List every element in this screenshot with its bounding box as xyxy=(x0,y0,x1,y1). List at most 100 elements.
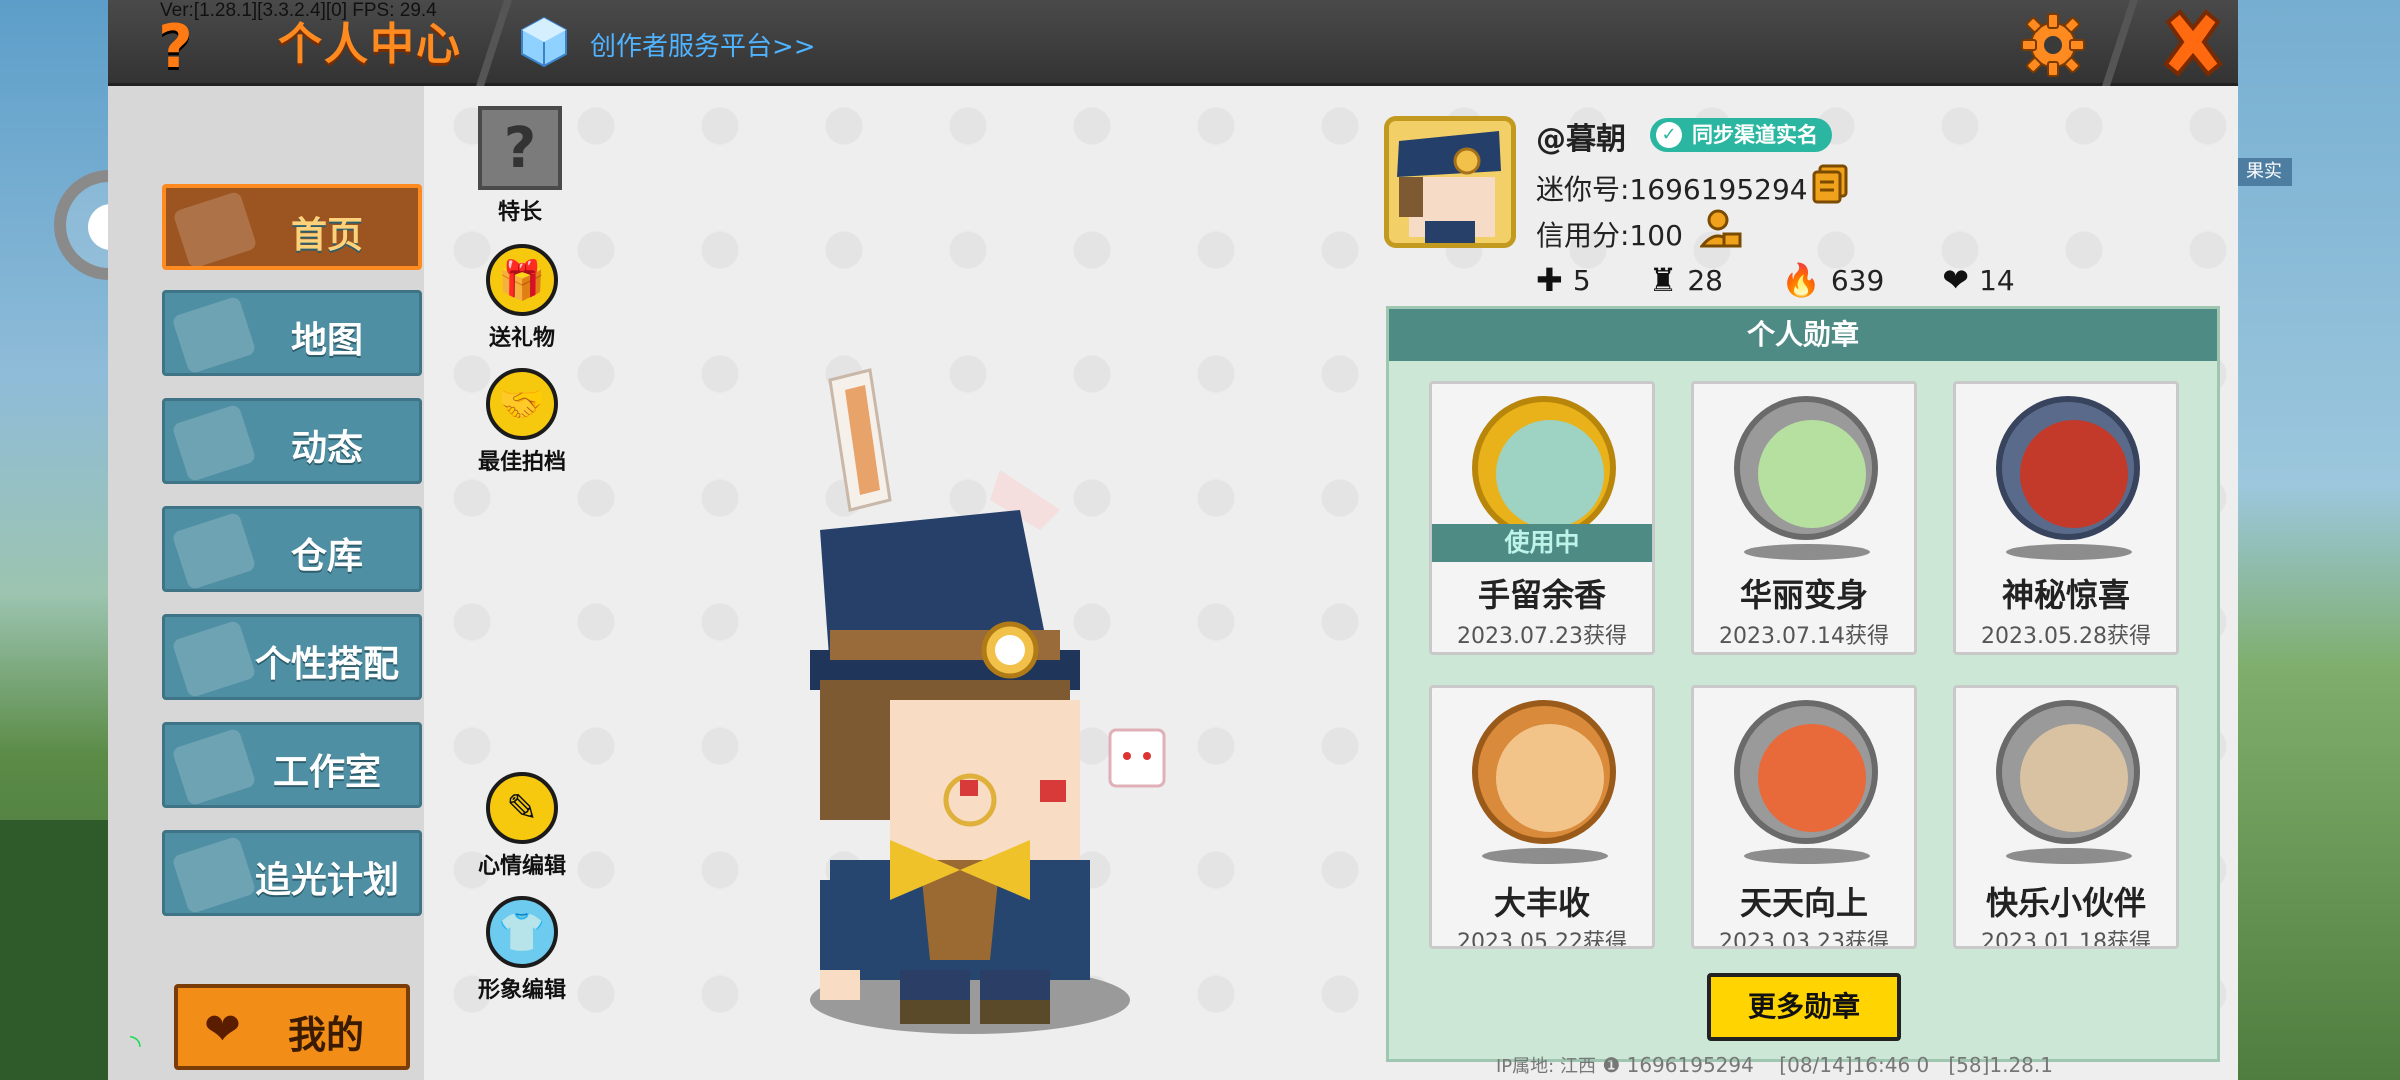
mood-edit-label: 心情编辑 xyxy=(477,854,566,879)
nickname: @暮朝 xyxy=(1536,122,1626,157)
medal-date: 2023.05.22获得 xyxy=(1457,930,1627,949)
medal-harvest-icon xyxy=(1472,700,1616,844)
heart-icon: ❤ xyxy=(204,1004,241,1055)
user-check-icon: ✓ xyxy=(1656,122,1682,148)
medal-name: 神秘惊喜 xyxy=(2001,576,2130,614)
fruit-label[interactable]: 果实 xyxy=(2236,158,2292,186)
sidebar-item-outfit[interactable]: 个性搭配 xyxy=(162,614,422,700)
avatar-portrait xyxy=(1389,121,1511,243)
hearts-icon: ❤ xyxy=(1942,261,1970,299)
medal-name: 大丰收 xyxy=(1493,884,1590,922)
posts-count: 5 xyxy=(1572,263,1591,297)
sidebar-item-home[interactable]: 首页 xyxy=(162,184,422,270)
medal-date: 2023.07.23获得 xyxy=(1457,624,1627,649)
mine-button[interactable]: ❤ 我的 xyxy=(174,984,410,1070)
best-partner-label: 最佳拍档 xyxy=(477,450,566,475)
medal-shadow xyxy=(2006,544,2132,560)
gear-icon[interactable] xyxy=(2018,10,2088,80)
sidebar-item-label: 仓库 xyxy=(290,536,363,577)
sidebar-item-map[interactable]: 地图 xyxy=(162,290,422,376)
mini-id: 迷你号:1696195294 xyxy=(1536,173,1808,206)
creator-platform-link[interactable]: 创作者服务平台>> xyxy=(590,26,816,63)
fans-stat[interactable]: ♜ 28 xyxy=(1648,261,1723,299)
edit-icon: ✎ xyxy=(486,772,558,844)
medal-card[interactable]: 使用中 手留余香 2023.07.23获得 xyxy=(1429,381,1655,655)
gift-icon: 🎁 xyxy=(486,244,558,316)
medal-name: 华丽变身 xyxy=(1739,576,1868,614)
specialty-label: 特长 xyxy=(497,200,542,225)
medal-surprise-icon xyxy=(1996,396,2140,540)
sidebar-item-label: 首页 xyxy=(290,215,363,256)
best-partner-button[interactable]: 🤝 最佳拍档 xyxy=(462,368,582,476)
credit-score: 信用分:100 xyxy=(1536,219,1683,252)
specialty-button[interactable]: ? 特长 xyxy=(460,106,580,226)
send-gift-label: 送礼物 xyxy=(488,326,555,351)
medal-shadow xyxy=(1744,848,1870,864)
info-icon[interactable]: ❶ xyxy=(1602,1053,1626,1077)
flame-icon: 🔥 xyxy=(1780,261,1821,299)
close-icon[interactable] xyxy=(2158,8,2228,80)
more-medals-button[interactable]: 更多勋章 xyxy=(1707,973,1901,1041)
version-overlay: Ver:[1.28.1][3.3.2.4][0] FPS: 29.4 xyxy=(160,0,437,21)
medal-date: 2023.05.28获得 xyxy=(1981,624,2151,649)
sidebar-item-label: 个性搭配 xyxy=(254,644,399,685)
medal-in-use-badge: 使用中 xyxy=(1432,524,1652,562)
medal-transform-icon xyxy=(1734,396,1878,540)
medal-shadow xyxy=(2006,848,2132,864)
posts-stat[interactable]: ✚ 5 xyxy=(1536,261,1591,299)
likes-stat[interactable]: ❤ 14 xyxy=(1942,261,2015,299)
credit-user-icon[interactable] xyxy=(1700,208,1742,250)
player-character[interactable] xyxy=(800,360,1220,1040)
profile-stats: ✚ 5 ♜ 28 🔥 639 ❤ 14 xyxy=(1536,261,2076,299)
handshake-icon: 🤝 xyxy=(486,368,558,440)
mood-edit-button[interactable]: ✎ 心情编辑 xyxy=(462,772,582,880)
mine-label: 我的 xyxy=(288,1013,365,1057)
outfit-edit-icon: 👕 xyxy=(486,896,558,968)
creator-cube-icon[interactable] xyxy=(520,16,568,68)
medal-card[interactable]: 神秘惊喜 2023.05.28获得 xyxy=(1953,381,2179,655)
copy-icon[interactable] xyxy=(1812,164,1848,204)
medal-shadow xyxy=(1482,848,1608,864)
bookmark-plus-icon: ✚ xyxy=(1536,261,1563,299)
likes-count: 14 xyxy=(1979,263,2015,297)
image-edit-button[interactable]: 👕 形象编辑 xyxy=(462,896,582,1004)
question-box-icon: ? xyxy=(478,106,562,190)
medal-fragrance-icon xyxy=(1472,396,1616,540)
medal-card[interactable]: 华丽变身 2023.07.14获得 xyxy=(1691,381,1917,655)
medal-date: 2023.07.14获得 xyxy=(1719,624,1889,649)
popularity-count: 639 xyxy=(1830,263,1885,297)
sidebar-item-studio[interactable]: 工作室 xyxy=(162,722,422,808)
sidebar-item-label: 地图 xyxy=(290,320,363,361)
medal-card[interactable]: 天天向上 2023.03.23获得 xyxy=(1691,685,1917,949)
medal-date: 2023.01.18获得 xyxy=(1981,930,2151,949)
medal-date: 2023.03.23获得 xyxy=(1719,930,1889,949)
send-gift-button[interactable]: 🎁 送礼物 xyxy=(462,244,582,352)
sidebar-item-label: 动态 xyxy=(290,428,363,469)
medal-panel: 个人勋章 使用中 手留余香 2023.07.23获得 华丽变身 2023.07.… xyxy=(1386,306,2220,1062)
footer-details: 1696195294 [08/14]16:46 0 [58]1.28.1 xyxy=(1626,1053,2053,1077)
medal-name: 天天向上 xyxy=(1739,884,1868,922)
fans-icon: ♜ xyxy=(1648,261,1678,299)
medal-header: 个人勋章 xyxy=(1389,309,2217,361)
sidebar-item-label: 追光计划 xyxy=(254,860,399,901)
medal-progress-icon xyxy=(1734,700,1878,844)
medal-friends-icon xyxy=(1996,700,2140,844)
profile-avatar[interactable] xyxy=(1384,116,1516,248)
popularity-stat[interactable]: 🔥 639 xyxy=(1780,261,1885,299)
fans-count: 28 xyxy=(1687,263,1723,297)
footer-info: IP属地: 江西 ❶ 1696195294 [08/14]16:46 0 [58… xyxy=(1496,1052,2053,1078)
sidebar-item-label: 工作室 xyxy=(272,752,381,793)
realname-badge-label: 同步渠道实名 xyxy=(1692,123,1818,147)
realname-badge[interactable]: ✓ 同步渠道实名 xyxy=(1650,118,1832,152)
sidebar-item-light-plan[interactable]: 追光计划 xyxy=(162,830,422,916)
medal-shadow xyxy=(1744,544,1870,560)
image-edit-label: 形象编辑 xyxy=(477,978,566,1003)
medal-name: 手留余香 xyxy=(1477,576,1606,614)
ip-location: IP属地: 江西 xyxy=(1496,1056,1596,1077)
medal-name: 快乐小伙伴 xyxy=(1985,884,2146,922)
medal-card[interactable]: 大丰收 2023.05.22获得 xyxy=(1429,685,1655,949)
wifi-icon: ◝ xyxy=(130,1028,141,1061)
sidebar-item-warehouse[interactable]: 仓库 xyxy=(162,506,422,592)
medal-card[interactable]: 快乐小伙伴 2023.01.18获得 xyxy=(1953,685,2179,949)
sidebar-item-news[interactable]: 动态 xyxy=(162,398,422,484)
